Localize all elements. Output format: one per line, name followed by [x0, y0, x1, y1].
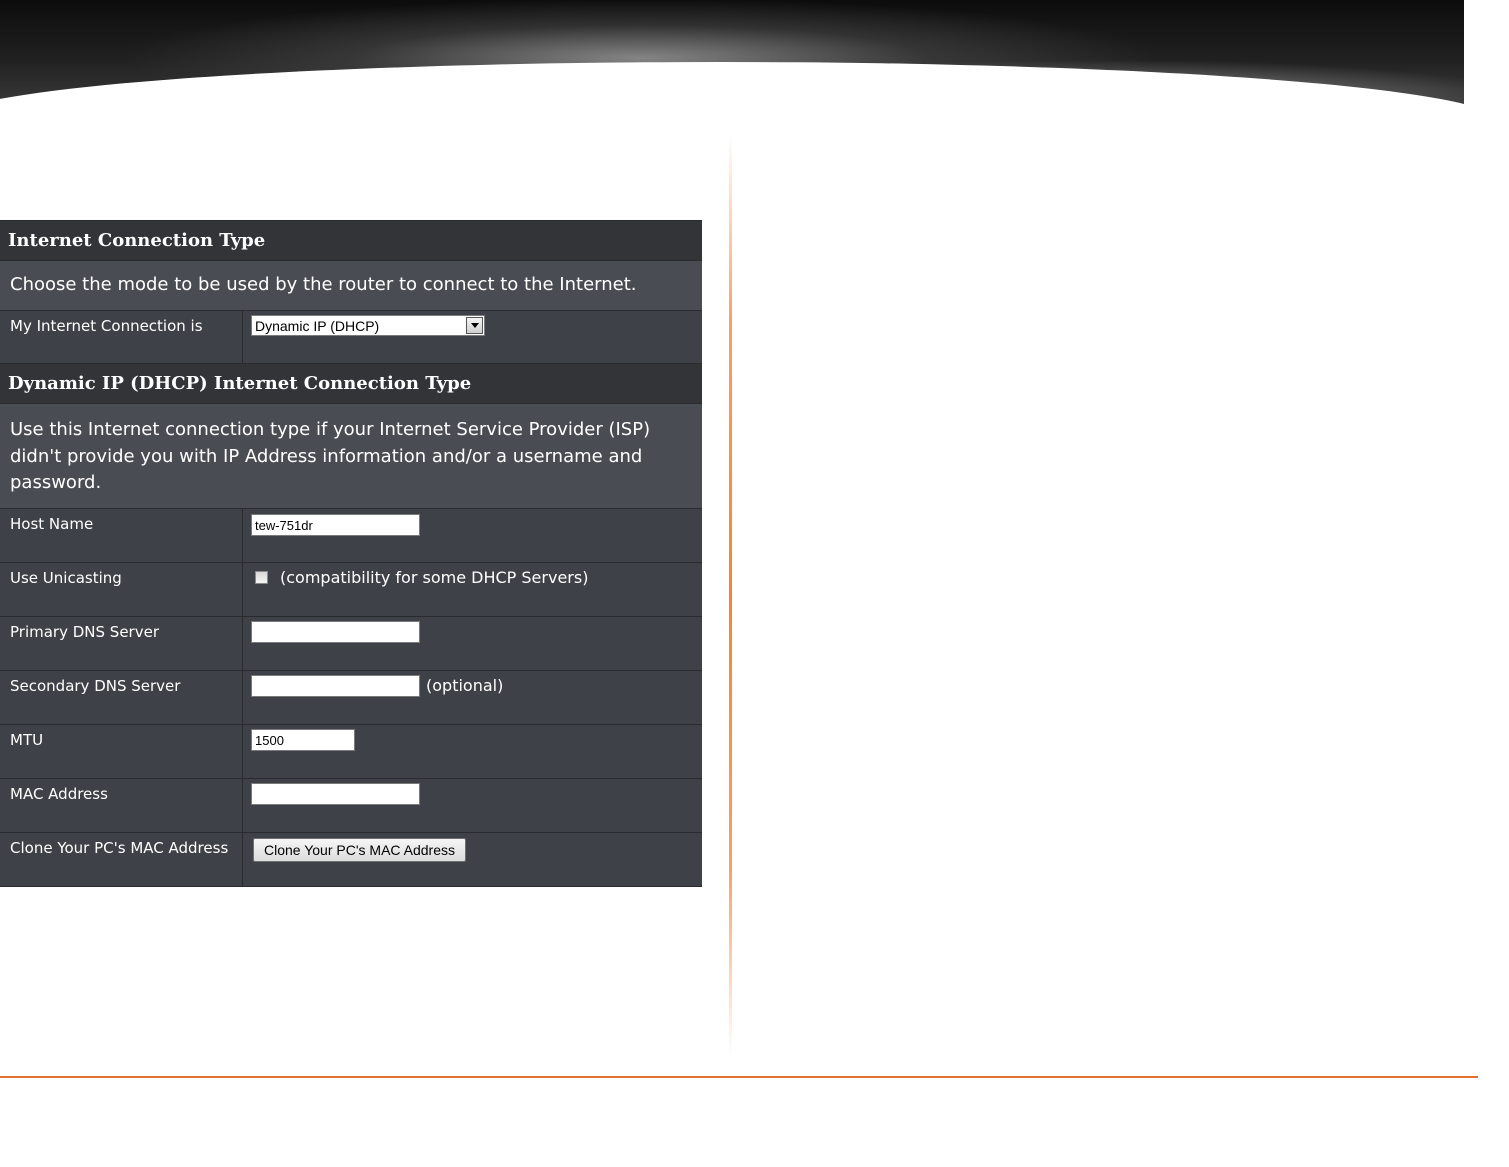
mtu-field — [243, 725, 702, 778]
section-description-dhcp: Use this Internet connection type if you… — [0, 404, 702, 509]
vertical-divider — [729, 135, 732, 1055]
section-title-dhcp: Dynamic IP (DHCP) Internet Connection Ty… — [0, 364, 702, 404]
host-name-input[interactable] — [251, 514, 420, 536]
connection-type-selected-value: Dynamic IP (DHCP) — [255, 317, 380, 334]
primary-dns-label: Primary DNS Server — [0, 617, 243, 670]
mac-address-row: MAC Address — [0, 779, 702, 833]
section-title-connection-type: Internet Connection Type — [0, 221, 702, 261]
mtu-row: MTU — [0, 725, 702, 779]
unicasting-field: (compatibility for some DHCP Servers) — [243, 563, 702, 616]
banner-sweep — [0, 62, 1500, 182]
primary-dns-row: Primary DNS Server — [0, 617, 702, 671]
footer-rule — [0, 1076, 1478, 1078]
dropdown-arrow-icon[interactable] — [466, 317, 483, 334]
clone-mac-row: Clone Your PC's MAC Address Clone Your P… — [0, 833, 702, 887]
secondary-dns-row: Secondary DNS Server (optional) — [0, 671, 702, 725]
host-name-label: Host Name — [0, 509, 243, 562]
clone-mac-field: Clone Your PC's MAC Address — [243, 833, 702, 886]
mtu-input[interactable] — [251, 729, 355, 751]
connection-type-select[interactable]: Dynamic IP (DHCP) — [251, 315, 485, 336]
mtu-label: MTU — [0, 725, 243, 778]
secondary-dns-input[interactable] — [251, 675, 420, 697]
header-banner — [0, 0, 1500, 182]
secondary-dns-label: Secondary DNS Server — [0, 671, 243, 724]
unicasting-row: Use Unicasting (compatibility for some D… — [0, 563, 702, 617]
mac-address-input[interactable] — [251, 783, 420, 805]
host-name-field — [243, 509, 702, 562]
secondary-dns-note: (optional) — [426, 676, 504, 695]
clone-mac-label: Clone Your PC's MAC Address — [0, 833, 243, 886]
secondary-dns-field: (optional) — [243, 671, 702, 724]
unicasting-checkbox[interactable] — [255, 571, 268, 584]
section-description-connection-type: Choose the mode to be used by the router… — [0, 261, 702, 311]
host-name-row: Host Name — [0, 509, 702, 563]
connection-type-row: My Internet Connection is Dynamic IP (DH… — [0, 311, 702, 364]
wan-settings-panel: Internet Connection Type Choose the mode… — [0, 220, 702, 887]
unicasting-label: Use Unicasting — [0, 563, 243, 616]
primary-dns-input[interactable] — [251, 621, 420, 643]
connection-type-label: My Internet Connection is — [0, 311, 243, 363]
unicasting-note: (compatibility for some DHCP Servers) — [280, 568, 589, 587]
primary-dns-field — [243, 617, 702, 670]
mac-address-label: MAC Address — [0, 779, 243, 832]
clone-mac-button[interactable]: Clone Your PC's MAC Address — [253, 838, 466, 862]
mac-address-field — [243, 779, 702, 832]
connection-type-field: Dynamic IP (DHCP) — [243, 311, 702, 363]
